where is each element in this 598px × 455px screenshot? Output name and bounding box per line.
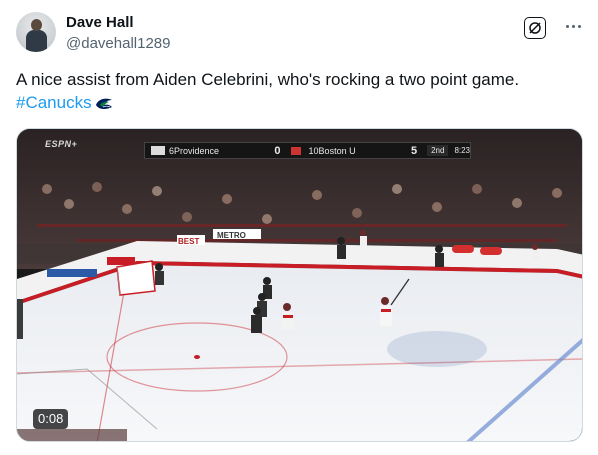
home-team-logo — [151, 146, 165, 155]
tweet-body: A nice assist from Aiden Celebrini, who'… — [16, 68, 576, 114]
video-player[interactable]: BEST METRO ESPN+ 6Providence 0 10Boston … — [16, 128, 583, 442]
home-team: 6Providence — [169, 145, 220, 156]
home-score: 0 — [274, 144, 281, 157]
hashtag-link[interactable]: #Canucks — [16, 93, 92, 112]
author-handle[interactable]: @davehall1289 — [66, 35, 170, 52]
canucks-hashtag-icon — [95, 98, 112, 110]
scorebug: 6Providence 0 10Boston U 5 2nd 8:23 — [144, 142, 471, 159]
broadcaster-logo: ESPN+ — [45, 139, 78, 149]
period: 2nd — [427, 145, 449, 156]
author-display-name[interactable]: Dave Hall — [66, 14, 134, 31]
grok-icon — [529, 22, 541, 34]
board-ad-metro: METRO — [217, 231, 246, 240]
tweet-text: A nice assist from Aiden Celebrini, who'… — [16, 70, 520, 89]
board-ad-best: BEST — [178, 237, 199, 246]
away-team: 10Boston U — [308, 145, 356, 156]
avatar-figure-head — [31, 19, 42, 31]
game-clock: 8:23 — [454, 146, 471, 155]
author-avatar[interactable] — [16, 12, 56, 52]
more-button[interactable] — [561, 15, 585, 37]
away-score: 5 — [410, 144, 418, 157]
video-frame: BEST METRO — [17, 129, 582, 441]
avatar-figure-torso — [26, 30, 47, 52]
more-icon — [565, 24, 569, 28]
grok-button[interactable] — [524, 17, 546, 39]
video-duration: 0:08 — [33, 409, 69, 429]
network-logo — [290, 146, 301, 155]
